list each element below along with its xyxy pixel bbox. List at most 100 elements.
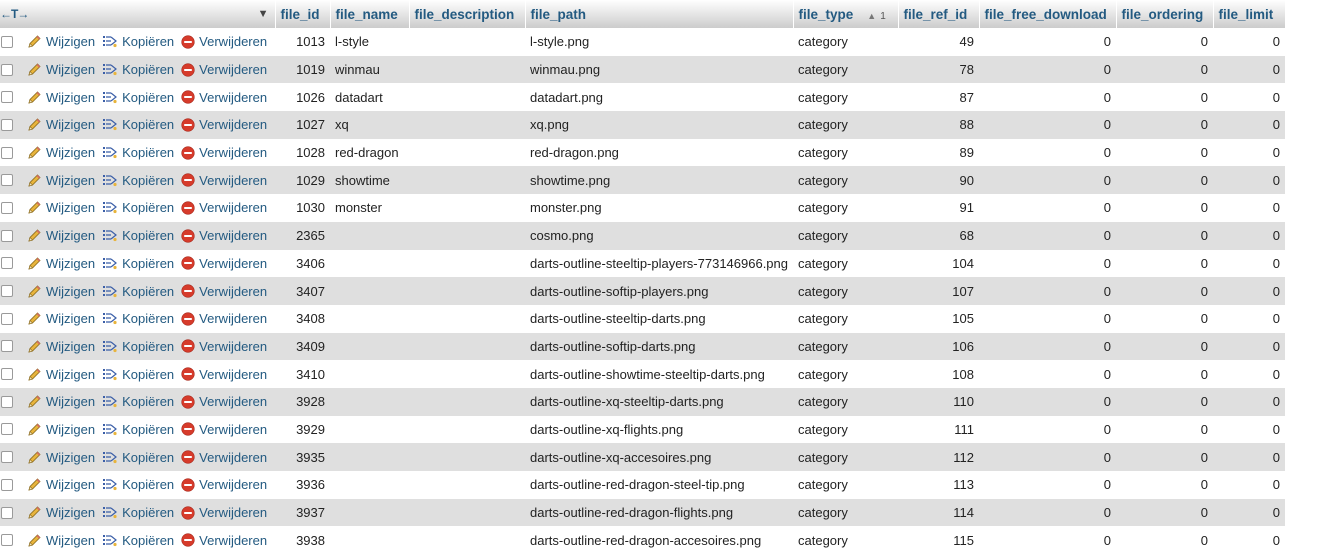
delete-icon xyxy=(181,367,195,381)
pencil-icon xyxy=(27,422,42,437)
copy-link[interactable]: Kopiëren xyxy=(102,284,174,299)
edit-link[interactable]: Wijzigen xyxy=(27,228,95,243)
edit-link[interactable]: Wijzigen xyxy=(27,90,95,105)
row-checkbox[interactable] xyxy=(1,451,13,464)
copy-link[interactable]: Kopiëren xyxy=(102,117,174,132)
copy-link[interactable]: Kopiëren xyxy=(102,256,174,271)
edit-link[interactable]: Wijzigen xyxy=(27,256,95,271)
edit-link[interactable]: Wijzigen xyxy=(27,477,95,492)
edit-link[interactable]: Wijzigen xyxy=(27,284,95,299)
cell-file-free-download: 0 xyxy=(979,471,1116,499)
copy-icon xyxy=(102,367,118,382)
column-header-file-name[interactable]: file_name xyxy=(330,0,410,28)
edit-link[interactable]: Wijzigen xyxy=(27,450,95,465)
copy-link[interactable]: Kopiëren xyxy=(102,367,174,382)
row-checkbox[interactable] xyxy=(1,395,13,408)
row-checkbox[interactable] xyxy=(1,478,13,491)
delete-link[interactable]: Verwijderen xyxy=(181,256,267,271)
delete-link[interactable]: Verwijderen xyxy=(181,173,267,188)
cell-file-type: category xyxy=(793,249,898,278)
row-checkbox[interactable] xyxy=(1,201,13,214)
delete-link[interactable]: Verwijderen xyxy=(181,62,267,77)
delete-link[interactable]: Verwijderen xyxy=(181,394,267,409)
delete-link[interactable]: Verwijderen xyxy=(181,505,267,520)
edit-link[interactable]: Wijzigen xyxy=(27,34,95,49)
cell-file-id: 3409 xyxy=(275,332,330,361)
delete-link[interactable]: Verwijderen xyxy=(181,339,267,354)
column-header-file-ordering[interactable]: file_ordering xyxy=(1116,0,1214,28)
column-header-file-id[interactable]: file_id xyxy=(275,0,331,28)
delete-link[interactable]: Verwijderen xyxy=(181,450,267,465)
table-body: Wijzigen Kopiëren Verwijderen 1013 l-sty… xyxy=(0,28,1285,554)
copy-link[interactable]: Kopiëren xyxy=(102,311,174,326)
delete-link[interactable]: Verwijderen xyxy=(181,477,267,492)
copy-link[interactable]: Kopiëren xyxy=(102,394,174,409)
cell-file-path: darts-outline-red-dragon-steel-tip.png xyxy=(525,471,793,499)
row-checkbox[interactable] xyxy=(1,312,13,325)
copy-link[interactable]: Kopiëren xyxy=(102,533,174,548)
delete-link[interactable]: Verwijderen xyxy=(181,90,267,105)
column-header-file-limit[interactable]: file_limit xyxy=(1213,0,1286,28)
copy-link[interactable]: Kopiëren xyxy=(102,145,174,160)
edit-link[interactable]: Wijzigen xyxy=(27,533,95,548)
copy-link[interactable]: Kopiëren xyxy=(102,90,174,105)
edit-link[interactable]: Wijzigen xyxy=(27,117,95,132)
column-header-file-ref-id[interactable]: file_ref_id xyxy=(898,0,980,28)
cell-file-description xyxy=(409,249,525,278)
chevron-down-icon[interactable]: ▼ xyxy=(258,8,269,20)
row-checkbox[interactable] xyxy=(1,506,13,519)
copy-link[interactable]: Kopiëren xyxy=(102,339,174,354)
row-checkbox[interactable] xyxy=(1,118,13,131)
copy-link[interactable]: Kopiëren xyxy=(102,200,174,215)
copy-link[interactable]: Kopiëren xyxy=(102,173,174,188)
copy-link[interactable]: Kopiëren xyxy=(102,450,174,465)
column-header-file-path[interactable]: file_path xyxy=(525,0,794,28)
copy-link[interactable]: Kopiëren xyxy=(102,34,174,49)
delete-link[interactable]: Verwijderen xyxy=(181,284,267,299)
row-checkbox[interactable] xyxy=(1,35,13,48)
edit-link[interactable]: Wijzigen xyxy=(27,311,95,326)
row-checkbox[interactable] xyxy=(1,229,13,242)
edit-link[interactable]: Wijzigen xyxy=(27,339,95,354)
delete-link[interactable]: Verwijderen xyxy=(181,228,267,243)
edit-link[interactable]: Wijzigen xyxy=(27,394,95,409)
copy-link[interactable]: Kopiëren xyxy=(102,505,174,520)
edit-link[interactable]: Wijzigen xyxy=(27,367,95,382)
row-checkbox[interactable] xyxy=(1,285,13,298)
copy-link[interactable]: Kopiëren xyxy=(102,62,174,77)
delete-link[interactable]: Verwijderen xyxy=(181,533,267,548)
cell-file-limit: 0 xyxy=(1213,443,1285,471)
row-checkbox[interactable] xyxy=(1,340,13,353)
column-header-file-description[interactable]: file_description xyxy=(409,0,526,28)
copy-link[interactable]: Kopiëren xyxy=(102,422,174,437)
delete-link[interactable]: Verwijderen xyxy=(181,367,267,382)
delete-link[interactable]: Verwijderen xyxy=(181,311,267,326)
column-toggle-arrows[interactable]: ←T→ xyxy=(0,7,29,21)
column-header-file-free-download[interactable]: file_free_download xyxy=(979,0,1117,28)
delete-link[interactable]: Verwijderen xyxy=(181,200,267,215)
edit-link[interactable]: Wijzigen xyxy=(27,505,95,520)
delete-link[interactable]: Verwijderen xyxy=(181,34,267,49)
delete-link[interactable]: Verwijderen xyxy=(181,422,267,437)
row-checkbox[interactable] xyxy=(1,63,13,76)
delete-link[interactable]: Verwijderen xyxy=(181,117,267,132)
column-header-file-type[interactable]: file_type ▲ 1 xyxy=(793,0,899,28)
copy-link[interactable]: Kopiëren xyxy=(102,477,174,492)
edit-link[interactable]: Wijzigen xyxy=(27,62,95,77)
edit-link[interactable]: Wijzigen xyxy=(27,145,95,160)
row-checkbox[interactable] xyxy=(1,257,13,270)
row-checkbox[interactable] xyxy=(1,91,13,104)
delete-icon xyxy=(181,339,195,354)
delete-label: Verwijderen xyxy=(199,338,268,354)
row-checkbox[interactable] xyxy=(1,146,13,159)
edit-link[interactable]: Wijzigen xyxy=(27,173,95,188)
row-checkbox[interactable] xyxy=(1,423,13,436)
row-checkbox[interactable] xyxy=(1,368,13,381)
delete-icon xyxy=(181,62,195,77)
edit-link[interactable]: Wijzigen xyxy=(27,200,95,215)
delete-link[interactable]: Verwijderen xyxy=(181,145,267,160)
copy-link[interactable]: Kopiëren xyxy=(102,228,174,243)
row-checkbox[interactable] xyxy=(1,534,13,547)
row-checkbox[interactable] xyxy=(1,174,13,187)
edit-link[interactable]: Wijzigen xyxy=(27,422,95,437)
